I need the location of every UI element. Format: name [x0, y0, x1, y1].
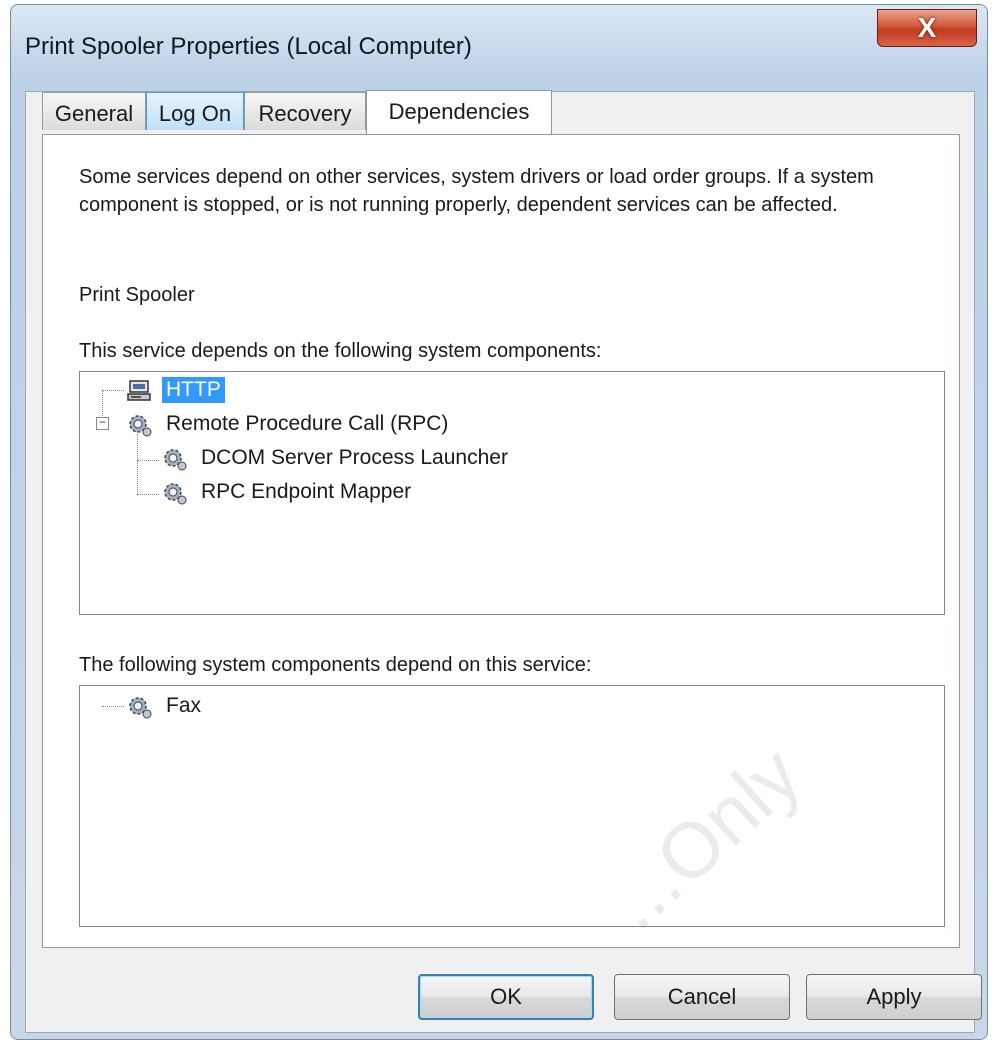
tree-node-label: Fax	[166, 694, 202, 717]
tree-connector	[137, 460, 159, 461]
description-text: Some services depend on other services, …	[79, 166, 874, 216]
tab-general-label: General	[54, 101, 134, 126]
dependents-tree[interactable]: Fax	[79, 685, 945, 927]
close-icon: X	[917, 12, 937, 43]
service-name: Print Spooler	[79, 284, 195, 306]
close-button[interactable]: X	[877, 9, 977, 47]
service-gear-icon	[164, 483, 187, 505]
tab-log-on-label: Log On	[158, 101, 232, 126]
ok-button[interactable]: OK	[418, 974, 594, 1020]
tree-node-label: DCOM Server Process Launcher	[201, 446, 508, 469]
apply-button[interactable]: Apply	[806, 974, 982, 1020]
window-title: Print Spooler Properties (Local Computer…	[25, 33, 472, 60]
dependents-label: The following system components depend o…	[79, 654, 592, 676]
tree-connector	[137, 494, 159, 495]
tree-node-label: RPC Endpoint Mapper	[201, 480, 412, 503]
depends-on-label: This service depends on the following sy…	[79, 340, 602, 362]
tab-dependencies-label: Dependencies	[388, 99, 530, 124]
driver-icon	[127, 380, 151, 401]
dialog-client-area: General Log On Recovery Dependencies Som…	[25, 90, 982, 1033]
service-gear-icon	[129, 415, 152, 437]
dependencies-panel: Some services depend on other services, …	[42, 134, 960, 948]
tree-connector	[102, 706, 124, 707]
title-bar[interactable]: Print Spooler Properties (Local Computer…	[11, 5, 987, 87]
tab-recovery[interactable]: Recovery	[244, 92, 366, 130]
tab-recovery-label: Recovery	[258, 101, 352, 126]
tab-log-on[interactable]: Log On	[146, 92, 244, 130]
tab-dependencies[interactable]: Dependencies	[366, 90, 552, 134]
properties-dialog: Print Spooler Properties (Local Computer…	[10, 4, 988, 1040]
collapse-toggle[interactable]: −	[96, 416, 109, 430]
depends-on-tree[interactable]: − HTTP Remote Procedure Call (RPC) DCOM …	[79, 371, 945, 615]
tree-node-label: HTTP	[162, 377, 225, 403]
tab-general[interactable]: General	[42, 92, 146, 130]
tree-connector	[137, 434, 138, 494]
service-gear-icon	[164, 449, 187, 471]
service-gear-icon	[129, 697, 152, 719]
cancel-button[interactable]: Cancel	[614, 974, 790, 1020]
tree-connector	[102, 390, 124, 391]
tree-node-label: Remote Procedure Call (RPC)	[166, 412, 449, 435]
